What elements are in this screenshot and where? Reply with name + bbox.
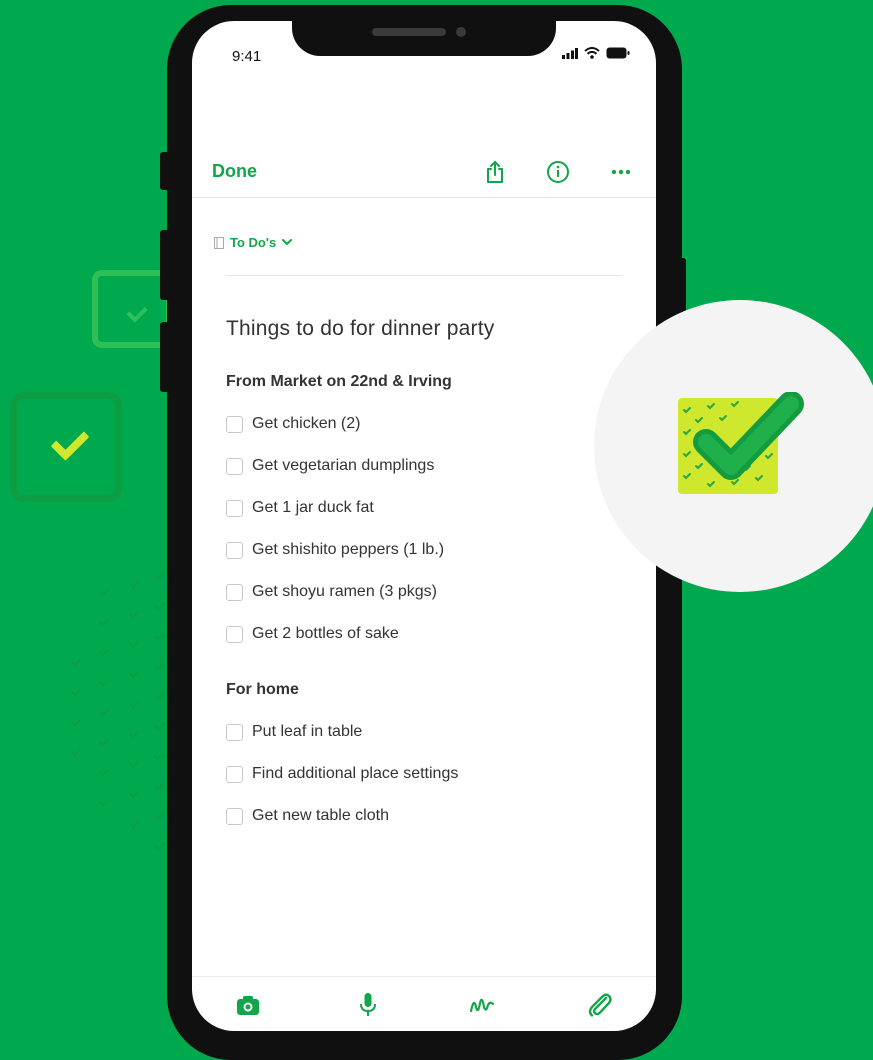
todo-item: Get new table cloth — [226, 807, 389, 825]
feature-highlight-circle — [594, 300, 873, 592]
todo-item: Get vegetarian dumplings — [226, 457, 434, 475]
done-button[interactable]: Done — [212, 161, 257, 182]
todo-item: Get chicken (2) — [226, 415, 360, 433]
section-heading: From Market on 22nd & Irving — [226, 373, 452, 390]
todo-checkbox[interactable] — [226, 765, 243, 783]
notebook-icon — [214, 236, 224, 249]
todo-text[interactable]: Get new table cloth — [252, 807, 389, 825]
battery-icon — [606, 47, 630, 59]
phone-screen: 9:41 Done To Do's Things to do for dinne… — [192, 21, 656, 1031]
todo-checkbox[interactable] — [226, 625, 243, 643]
todo-checkbox[interactable] — [226, 499, 243, 517]
notebook-selector[interactable]: To Do's — [214, 235, 293, 250]
microphone-icon[interactable] — [354, 991, 382, 1019]
todo-item: Get 1 jar duck fat — [226, 499, 374, 517]
decorative-checkbox-checked — [10, 392, 122, 502]
chevron-down-icon — [282, 239, 293, 246]
more-icon[interactable] — [608, 159, 634, 185]
phone-notch — [292, 10, 556, 56]
todo-text[interactable]: Get shoyu ramen (3 pkgs) — [252, 583, 437, 601]
wifi-icon — [584, 47, 600, 59]
bottom-toolbar — [192, 976, 656, 1031]
todo-checkbox[interactable] — [226, 541, 243, 559]
todo-checkbox[interactable] — [226, 583, 243, 601]
todo-checkbox[interactable] — [226, 723, 243, 741]
toolbar-divider — [192, 197, 656, 198]
todo-item: Find additional place settings — [226, 765, 458, 783]
todo-checkbox[interactable] — [226, 807, 243, 825]
signal-icon — [562, 48, 578, 59]
todo-text[interactable]: Get chicken (2) — [252, 415, 360, 433]
todo-text[interactable]: Put leaf in table — [252, 723, 362, 741]
todo-checkbox[interactable] — [226, 457, 243, 475]
speaker-grille — [372, 28, 446, 36]
handwriting-icon[interactable] — [468, 991, 496, 1019]
status-time: 9:41 — [232, 48, 262, 65]
large-check-icon — [693, 392, 804, 480]
check-icon — [126, 301, 148, 323]
todo-text[interactable]: Get vegetarian dumplings — [252, 457, 434, 475]
paperclip-icon[interactable] — [586, 991, 614, 1019]
notebook-name: To Do's — [230, 235, 277, 250]
check-icon — [50, 422, 90, 461]
todo-text[interactable]: Get 2 bottles of sake — [252, 625, 399, 643]
note-toolbar: Done — [192, 161, 656, 197]
todo-text[interactable]: Get 1 jar duck fat — [252, 499, 374, 517]
todo-item: Get 2 bottles of sake — [226, 625, 399, 643]
camera-icon[interactable] — [234, 991, 262, 1019]
todo-text[interactable]: Get shishito peppers (1 lb.) — [252, 541, 444, 559]
todo-item: Get shoyu ramen (3 pkgs) — [226, 583, 437, 601]
decorative-check-pattern — [71, 573, 164, 851]
share-icon[interactable] — [482, 159, 508, 185]
todo-item: Put leaf in table — [226, 723, 362, 741]
section-heading: For home — [226, 681, 299, 698]
front-camera — [456, 27, 466, 37]
todo-item: Get shishito peppers (1 lb.) — [226, 541, 444, 559]
todo-text[interactable]: Find additional place settings — [252, 765, 458, 783]
status-icons — [562, 47, 630, 59]
info-icon[interactable] — [545, 159, 571, 185]
todo-checkbox[interactable] — [226, 415, 243, 433]
note-title: Things to do for dinner party — [226, 317, 495, 340]
notebook-divider — [226, 275, 622, 276]
